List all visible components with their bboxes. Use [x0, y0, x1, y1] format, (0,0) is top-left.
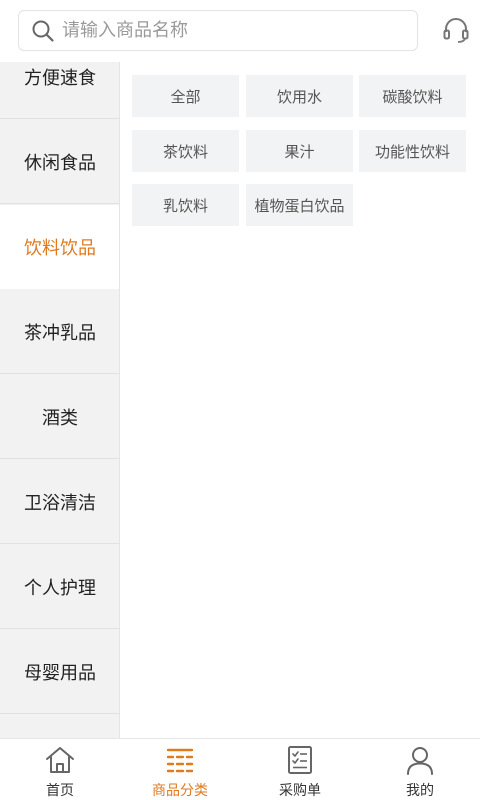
subcategory-all[interactable]: 全部 [132, 75, 239, 117]
tab-home[interactable]: 首页 [0, 739, 120, 800]
category-icon [164, 744, 196, 776]
search-icon [30, 18, 56, 44]
subcategory-tea-drinks[interactable]: 茶饮料 [132, 130, 239, 172]
tab-mine-label: 我的 [406, 783, 434, 799]
bottom-tab-bar: 首页 商品分类 采购单 我的 [0, 738, 480, 800]
sidebar-item-beverages[interactable]: 饮料饮品 [0, 205, 119, 289]
tab-mine[interactable]: 我的 [360, 739, 480, 800]
sidebar-item-personal-care[interactable]: 个人护理 [0, 545, 119, 629]
tab-purchase-list[interactable]: 采购单 [240, 739, 360, 800]
subcategory-water[interactable]: 饮用水 [246, 75, 353, 117]
order-list-icon [284, 744, 316, 776]
sidebar-item-instant-food[interactable]: 方便速食 [0, 62, 119, 119]
user-icon [404, 744, 436, 776]
subcategory-juice[interactable]: 果汁 [246, 130, 353, 172]
header [0, 0, 480, 62]
tab-category[interactable]: 商品分类 [120, 739, 240, 800]
subcategory-functional[interactable]: 功能性饮料 [359, 130, 466, 172]
sidebar-item-baby-products[interactable]: 母婴用品 [0, 630, 119, 714]
tab-purchase-list-label: 采购单 [279, 783, 321, 799]
headset-icon[interactable] [440, 14, 472, 46]
sidebar-item-snacks[interactable]: 休闲食品 [0, 120, 119, 204]
subcategory-plant-protein[interactable]: 植物蛋白饮品 [246, 184, 353, 226]
tab-home-label: 首页 [46, 783, 74, 799]
subcategory-milk-drinks[interactable]: 乳饮料 [132, 184, 239, 226]
category-sidebar: 方便速食 休闲食品 饮料饮品 茶冲乳品 酒类 卫浴清洁 个人护理 母婴用品 [0, 62, 120, 738]
search-box[interactable] [18, 10, 418, 51]
sidebar-item-bath-cleaning[interactable]: 卫浴清洁 [0, 460, 119, 544]
search-input[interactable] [62, 15, 382, 46]
subcategory-carbonated[interactable]: 碳酸饮料 [359, 75, 466, 117]
home-icon [44, 744, 76, 776]
tab-category-label: 商品分类 [152, 783, 208, 799]
sidebar-item-liquor[interactable]: 酒类 [0, 375, 119, 459]
sidebar-item-tea-dairy[interactable]: 茶冲乳品 [0, 290, 119, 374]
